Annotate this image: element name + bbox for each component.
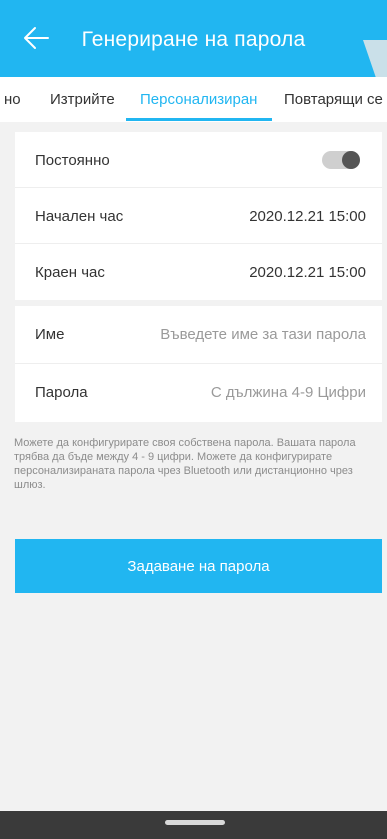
start-time-value: 2020.12.21 15:00 (249, 208, 366, 225)
password-input[interactable]: С дължина 4-9 Цифри (211, 384, 366, 401)
name-row: Име Въведете име за тази парола (15, 306, 382, 364)
end-time-value: 2020.12.21 15:00 (249, 264, 366, 281)
permanent-row: Постоянно (15, 132, 382, 188)
password-fields-card: Име Въведете име за тази парола Парола С… (15, 306, 382, 422)
home-indicator[interactable] (165, 820, 225, 825)
tab-permanent[interactable]: но (4, 91, 21, 108)
info-text: Можете да конфигурирате своя собствена п… (14, 437, 356, 491)
tab-delete[interactable]: Изтрийте (50, 91, 115, 108)
tab-custom[interactable]: Персонализиран (140, 91, 257, 108)
set-password-button[interactable]: Задаване на парола (15, 539, 382, 593)
password-row: Парола С дължина 4-9 Цифри (15, 364, 382, 422)
page-title: Генериране на парола (81, 28, 306, 51)
start-time-row[interactable]: Начален час 2020.12.21 15:00 (15, 188, 382, 244)
tab-bar: но Изтрийте Персонализиран Повтарящи се (0, 77, 387, 122)
app-header: Генериране на парола (0, 0, 387, 110)
password-label: Парола (35, 384, 88, 401)
system-navigation-bar (0, 811, 387, 839)
time-settings-card: Постоянно Начален час 2020.12.21 15:00 К… (15, 132, 382, 300)
tab-recurring[interactable]: Повтарящи се (284, 91, 383, 108)
name-label: Име (35, 326, 65, 343)
start-time-label: Начален час (35, 208, 124, 225)
name-input[interactable]: Въведете име за тази парола (160, 326, 366, 343)
toggle-knob (342, 151, 360, 169)
permanent-toggle[interactable] (322, 151, 360, 169)
active-tab-indicator (126, 118, 272, 121)
end-time-label: Краен час (35, 264, 105, 281)
end-time-row[interactable]: Краен час 2020.12.21 15:00 (15, 244, 382, 300)
permanent-label: Постоянно (35, 152, 110, 169)
